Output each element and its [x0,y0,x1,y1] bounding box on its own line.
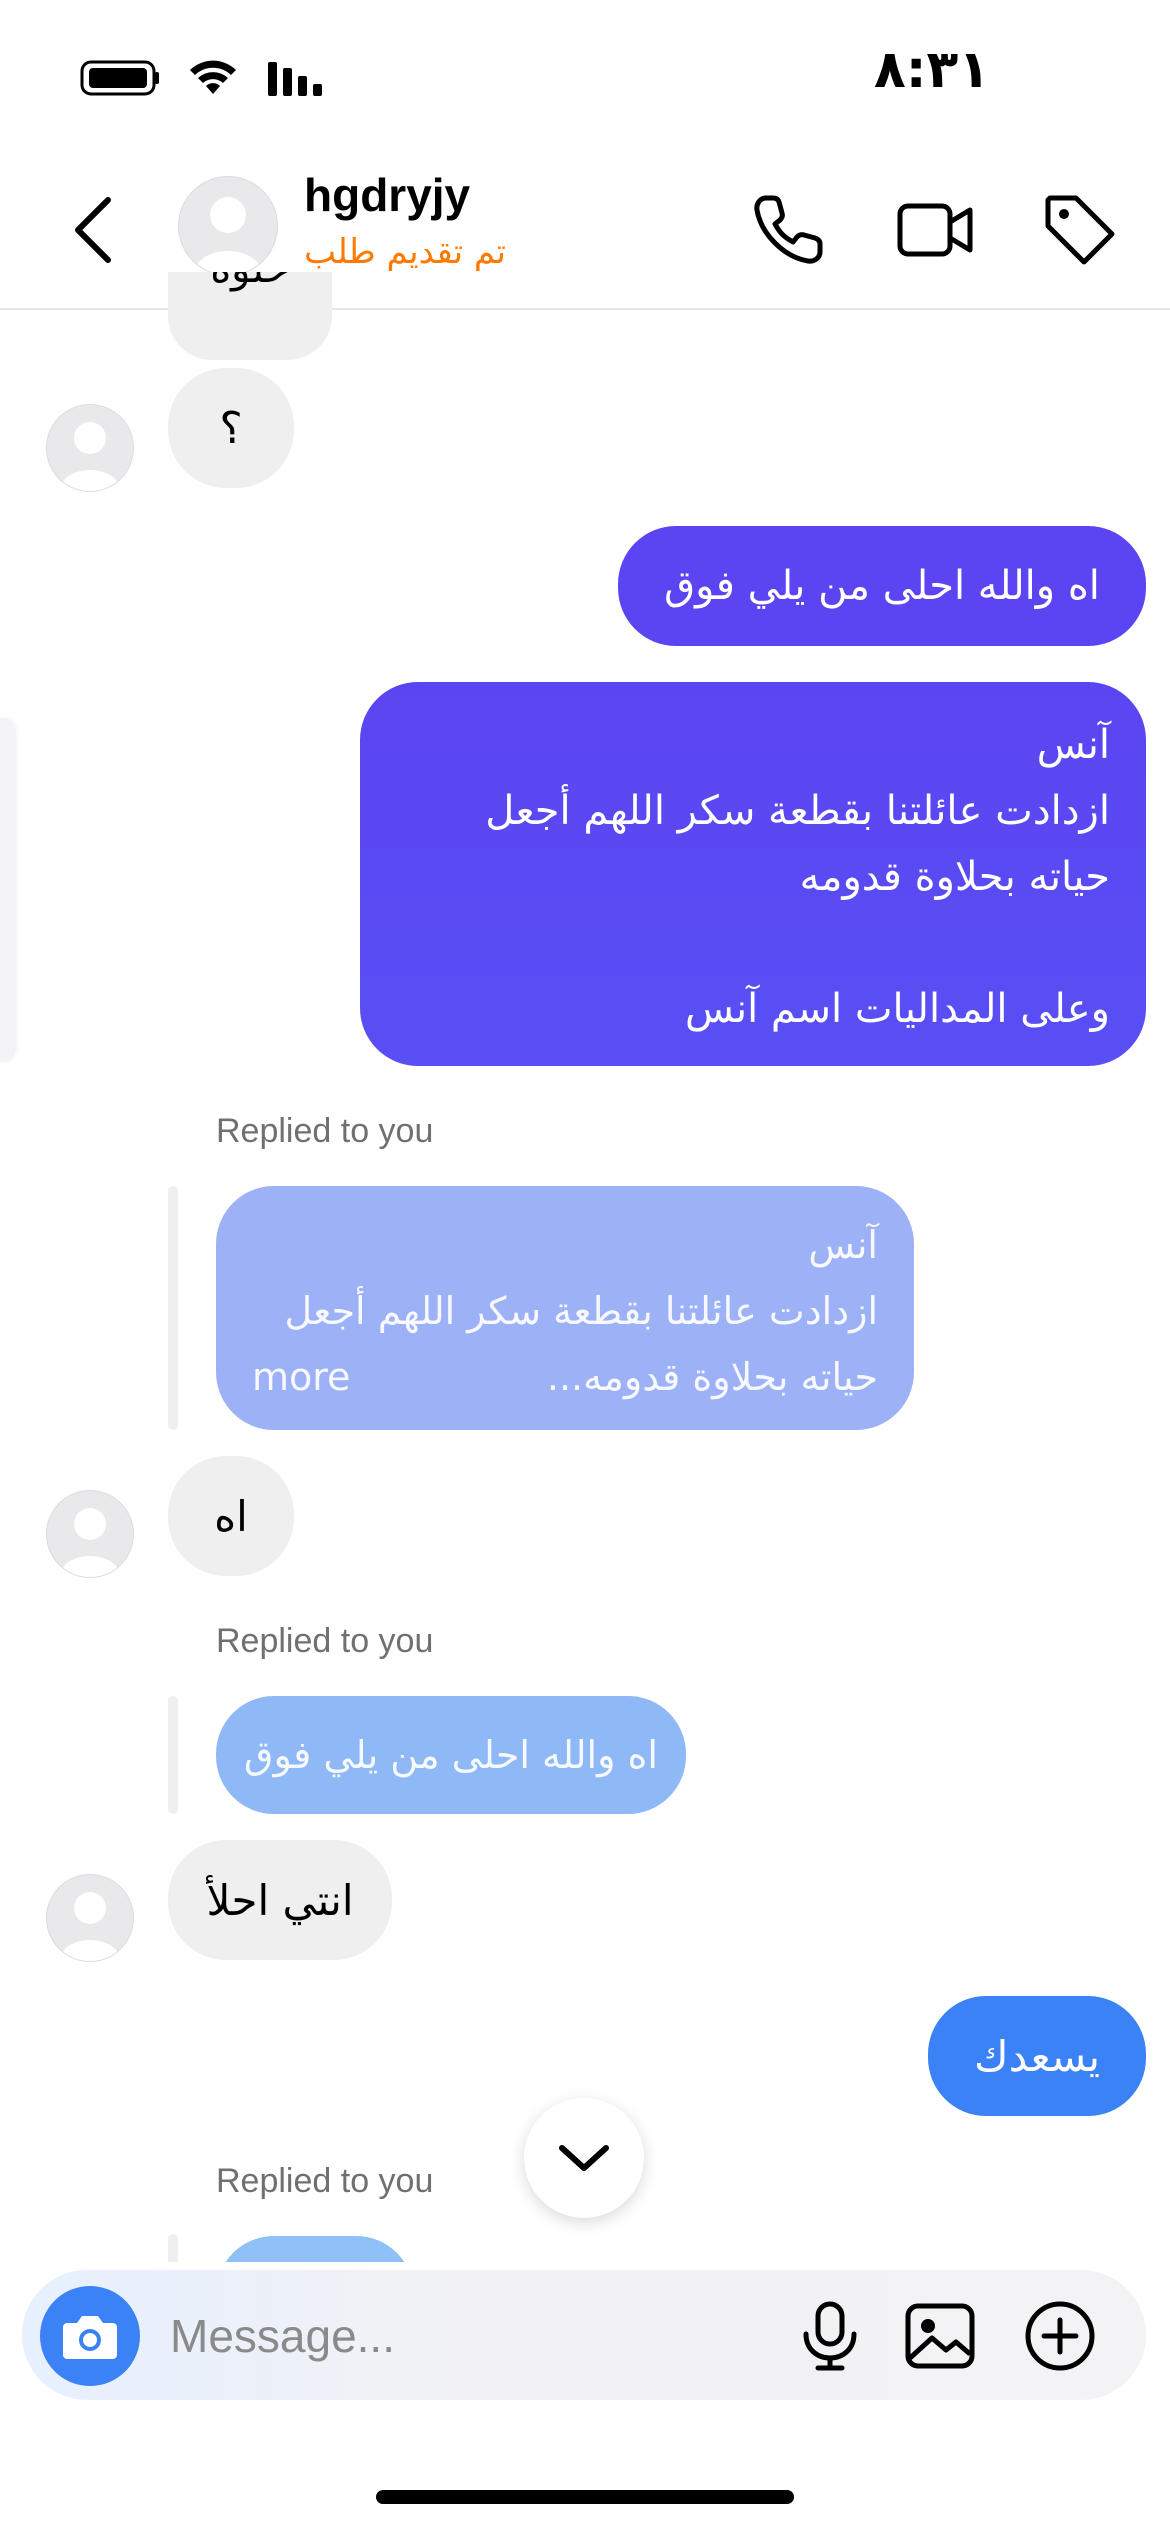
phone-icon [754,195,823,264]
incoming-message[interactable]: انتي احلأ [168,1840,392,1960]
quoted-line: آنس [808,1223,878,1267]
status-time: ٨:٣١ [873,40,990,100]
message-text: ؟ [219,402,243,454]
incoming-message-partial[interactable]: حلوة [168,272,332,360]
message-line: ازدادت عائلتنا بقطعة سكر اللهم أجعل [485,788,1110,834]
sender-avatar[interactable] [46,1490,134,1578]
message-line: آنس [1036,722,1110,768]
video-icon [897,203,973,257]
image-icon [905,2303,975,2369]
message-input[interactable] [168,2300,732,2372]
reply-indicator-bar [168,1696,178,1814]
message-text: اه [214,1491,248,1541]
quoted-message[interactable]: اه والله احلى من يلي فوق [216,1696,686,1814]
sender-avatar[interactable] [46,1874,134,1962]
reply-label: Replied to you [216,1112,434,1150]
message-line: وعلى المداليات اسم آنس [684,986,1110,1032]
contact-status: تم تقديم طلب [304,232,507,272]
outgoing-message[interactable]: يسعدك [928,1996,1146,2116]
incoming-message[interactable]: اه [168,1456,294,1576]
voice-message-button[interactable] [792,2298,868,2374]
incoming-message[interactable]: ؟ [168,368,294,488]
wifi-icon [190,60,236,94]
quoted-line: ازدادت عائلتنا بقطعة سكر اللهم أجعل [284,1289,878,1333]
message-composer [22,2270,1146,2400]
reply-label: Replied to you [216,2162,434,2200]
reply-label: Replied to you [216,1622,434,1660]
message-text: حلوة [210,272,290,292]
default-avatar-icon [59,1892,121,1961]
tag-icon [1045,195,1115,265]
camera-icon [63,2316,117,2359]
home-indicator[interactable] [376,2490,794,2504]
sender-avatar[interactable] [46,404,134,492]
avatar[interactable] [178,176,278,276]
outgoing-message[interactable]: اه والله احلى من يلي فوق [618,526,1146,646]
quoted-last-line: more حياته بحلاوة قدومه... [252,1344,878,1410]
camera-button[interactable] [40,2286,140,2386]
default-avatar-icon [193,197,263,275]
back-button[interactable] [60,190,130,270]
quoted-line: حياته بحلاوة قدومه... [546,1355,878,1399]
default-avatar-icon [59,422,121,491]
scroll-to-bottom-button[interactable] [524,2098,644,2218]
message-line: حياته بحلاوة قدومه [799,854,1110,900]
reply-indicator-bar [168,1186,178,1430]
quoted-text: اه والله احلى من يلي فوق [244,1733,658,1777]
microphone-icon [803,2301,857,2371]
gallery-button[interactable] [902,2298,978,2374]
contact-name[interactable]: hgdryjy [304,168,470,222]
battery-icon [80,60,159,96]
tag-button[interactable] [1040,190,1120,270]
signal-icon [268,62,322,96]
status-bar-icons [80,56,326,100]
default-avatar-icon [59,1508,121,1577]
chevron-down-icon [559,2145,609,2171]
plus-circle-icon [1025,2301,1095,2371]
message-text: انتي احلأ [206,1875,354,1925]
outgoing-message-long[interactable]: آنس ازدادت عائلتنا بقطعة سكر اللهم أجعل … [360,682,1146,1066]
side-drawer-handle[interactable] [0,718,14,1062]
message-text: يسعدك [973,2031,1101,2081]
call-button[interactable] [748,190,828,270]
more-link[interactable]: more [252,1344,350,1410]
message-text: اه والله احلى من يلي فوق [664,563,1100,609]
quoted-message[interactable]: آنس ازدادت عائلتنا بقطعة سكر اللهم أجعل … [216,1186,914,1430]
video-call-button[interactable] [896,190,976,270]
chevron-left-icon [75,197,111,263]
more-actions-button[interactable] [1022,2298,1098,2374]
